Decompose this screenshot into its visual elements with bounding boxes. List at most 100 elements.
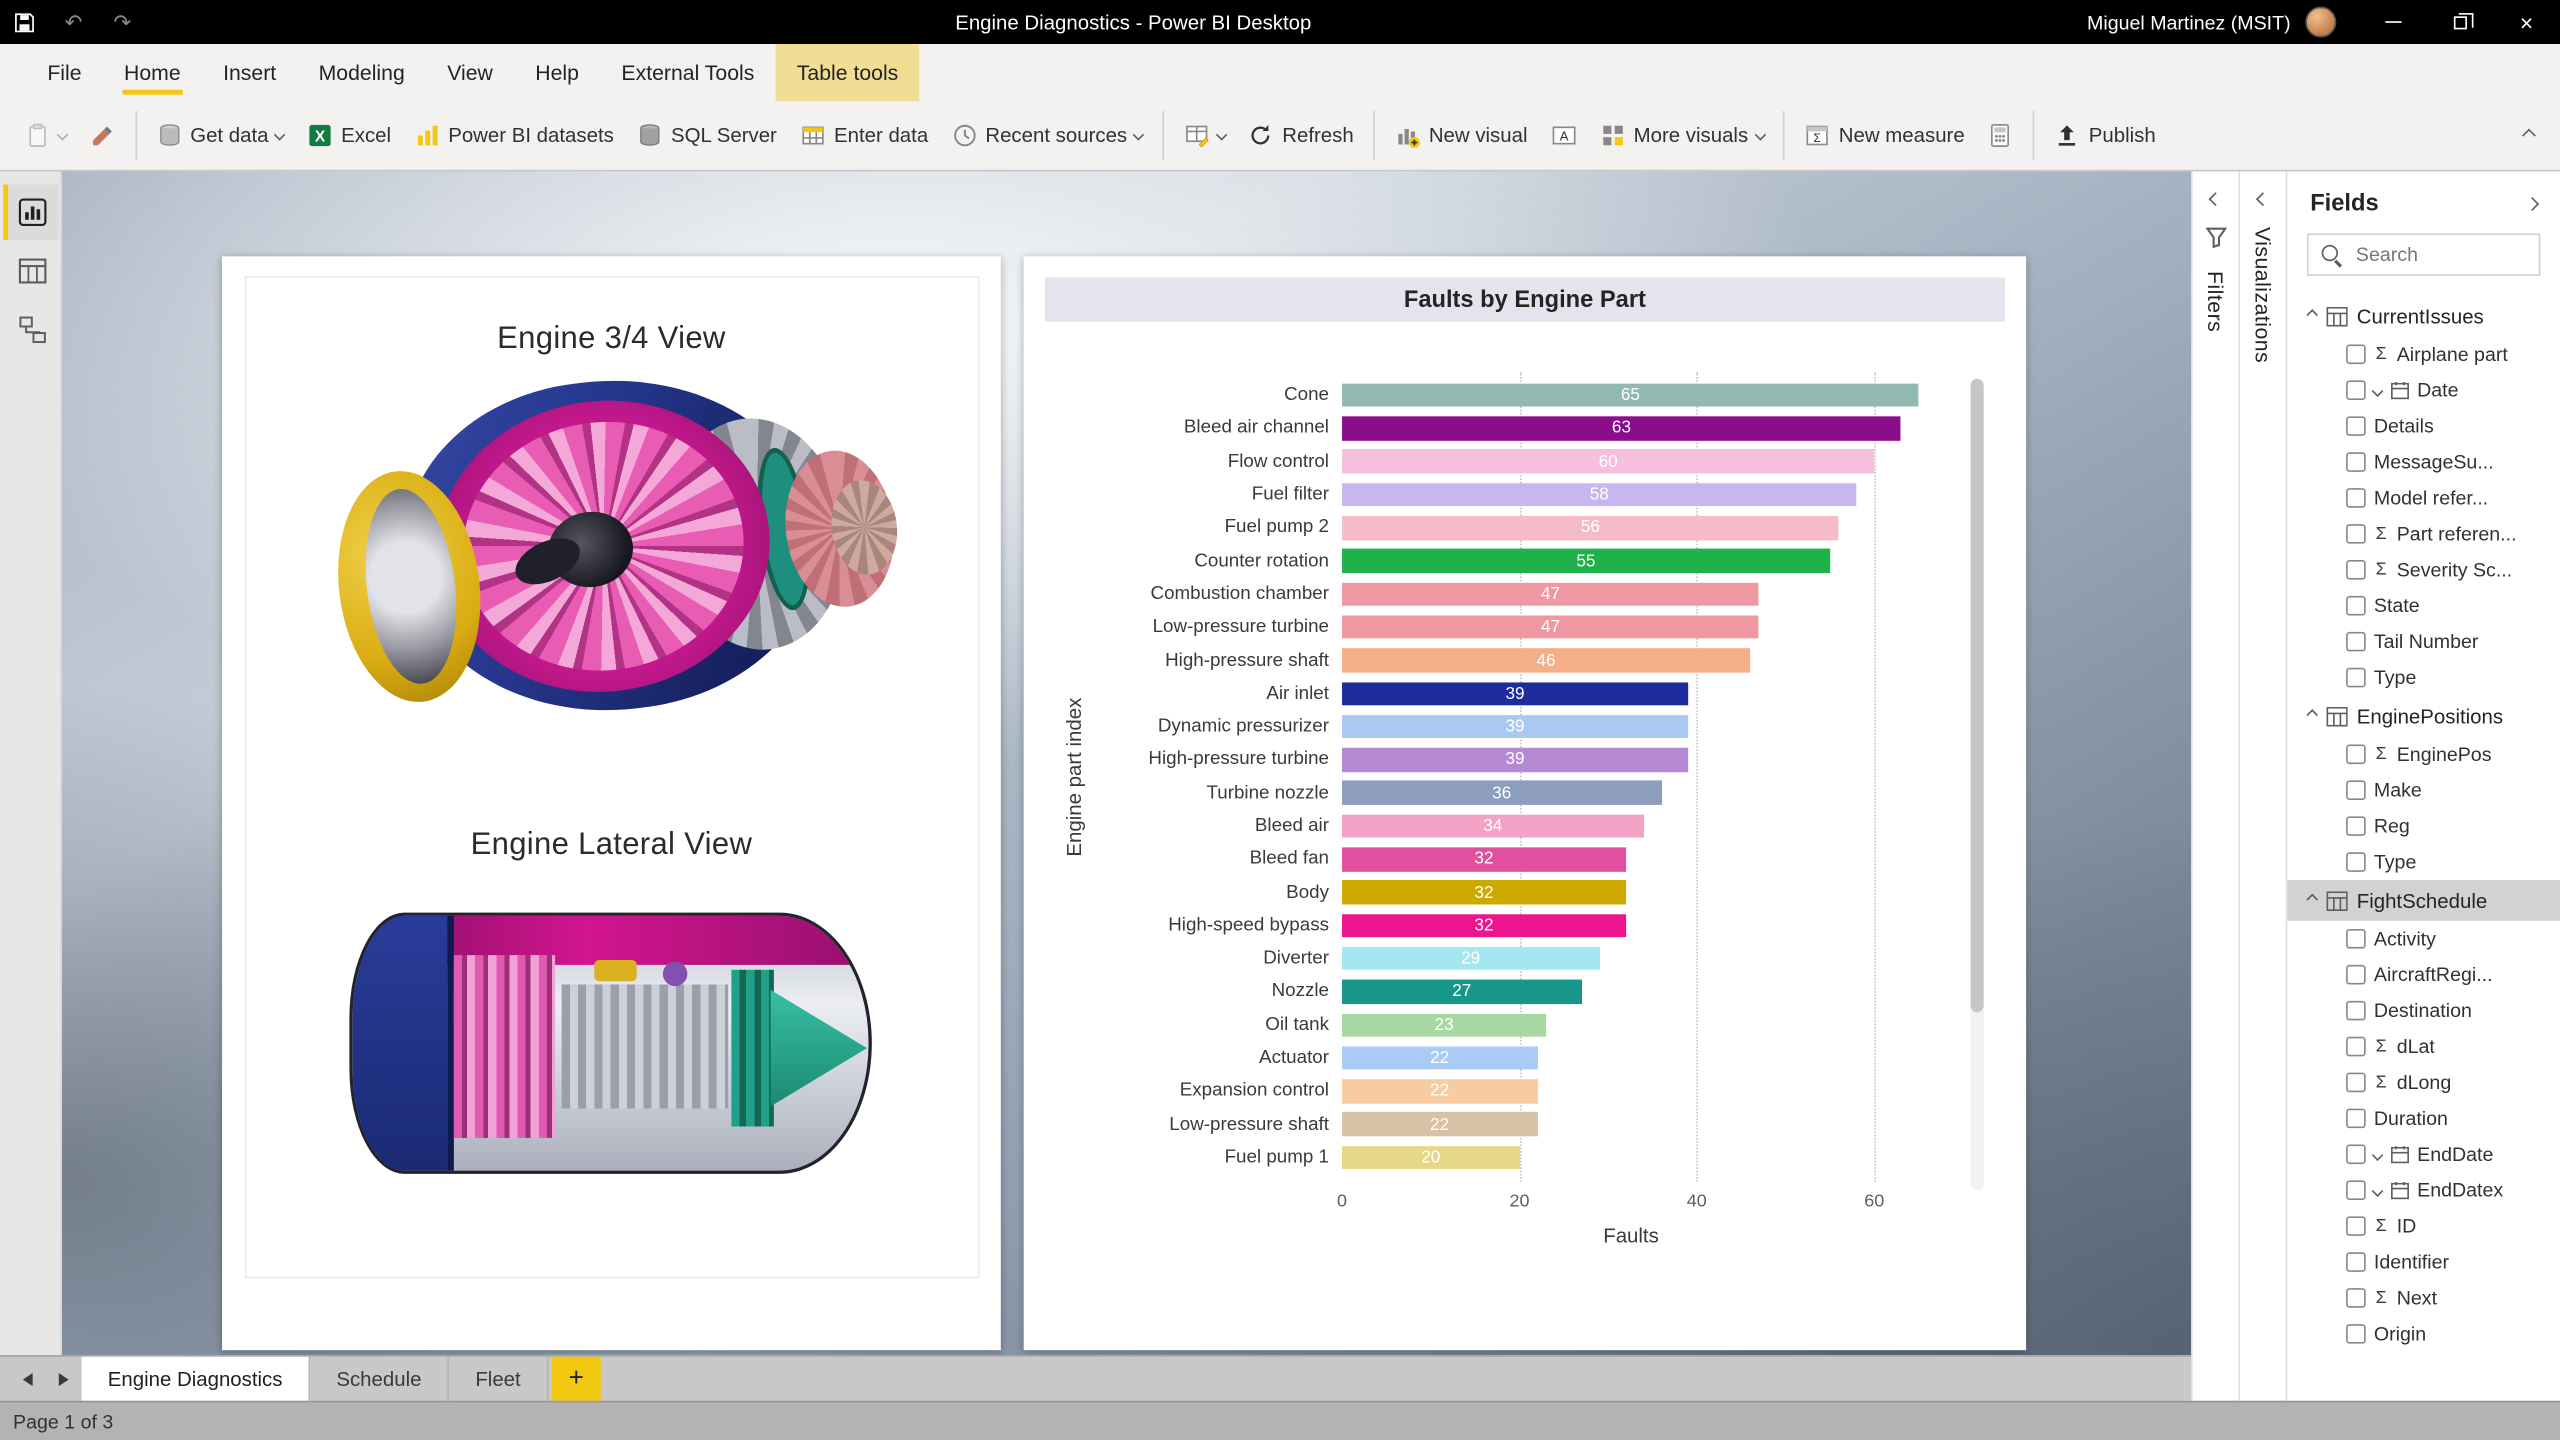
bar-cone[interactable]: 65 xyxy=(1342,383,1919,407)
field-activity[interactable]: Activity xyxy=(2287,921,2560,957)
field-checkbox[interactable] xyxy=(2346,560,2366,580)
field-checkbox[interactable] xyxy=(2346,1288,2366,1308)
field-dlong[interactable]: ΣdLong xyxy=(2287,1064,2560,1100)
field-checkbox[interactable] xyxy=(2346,488,2366,508)
tab-scroll-left-button[interactable] xyxy=(10,1357,46,1401)
field-dlat[interactable]: ΣdLat xyxy=(2287,1029,2560,1065)
chart-scrollbar[interactable] xyxy=(1971,379,1984,1190)
chart-scrollbar-thumb[interactable] xyxy=(1971,379,1984,1012)
tab-scroll-right-button[interactable] xyxy=(46,1357,82,1401)
bar-high-pressure-turbine[interactable]: 39 xyxy=(1342,748,1688,772)
get-data-button[interactable]: Get data xyxy=(144,110,295,161)
bar-fuel-pump-1[interactable]: 20 xyxy=(1342,1146,1519,1170)
transform-data-button[interactable] xyxy=(1172,110,1236,161)
menu-item-home[interactable]: Home xyxy=(103,44,202,101)
user-name[interactable]: Miguel Martinez (MSIT) xyxy=(2087,11,2291,34)
restore-button[interactable] xyxy=(2426,0,2493,44)
bar-body[interactable]: 32 xyxy=(1342,881,1626,905)
engine-views-visual[interactable]: Engine 3/4 View xyxy=(222,256,1001,1350)
save-button[interactable] xyxy=(0,0,49,44)
field-checkbox[interactable] xyxy=(2346,816,2366,836)
menu-item-external-tools[interactable]: External Tools xyxy=(600,44,775,101)
expand-filters-button[interactable] xyxy=(2209,192,2223,206)
user-avatar[interactable] xyxy=(2305,7,2336,38)
field-checkbox[interactable] xyxy=(2346,1180,2366,1200)
collapse-fields-button[interactable] xyxy=(2525,197,2539,211)
field-duration[interactable]: Duration xyxy=(2287,1100,2560,1136)
expand-visualizations-button[interactable] xyxy=(2256,192,2270,206)
field-part-referen[interactable]: ΣPart referen... xyxy=(2287,516,2560,552)
new-visual-button[interactable]: New visual xyxy=(1383,110,1539,161)
field-checkbox[interactable] xyxy=(2346,1144,2366,1164)
bar-counter-rotation[interactable]: 55 xyxy=(1342,549,1830,573)
field-checkbox[interactable] xyxy=(2346,1324,2366,1344)
collapse-chevron-icon[interactable] xyxy=(2307,311,2317,321)
faults-chart-visual[interactable]: Faults by Engine Part Cone65Bleed air ch… xyxy=(1024,256,2026,1350)
field-checkbox[interactable] xyxy=(2346,852,2366,872)
close-button[interactable]: × xyxy=(2493,0,2560,44)
field-checkbox[interactable] xyxy=(2346,344,2366,364)
field-identifier[interactable]: Identifier xyxy=(2287,1244,2560,1280)
bar-air-inlet[interactable]: 39 xyxy=(1342,682,1688,706)
field-state[interactable]: State xyxy=(2287,588,2560,624)
field-checkbox[interactable] xyxy=(2346,1216,2366,1236)
format-painter-button[interactable] xyxy=(78,110,127,161)
publish-button[interactable]: Publish xyxy=(2043,110,2167,161)
bar-bleed-air-channel[interactable]: 63 xyxy=(1342,417,1901,441)
bar-bleed-air[interactable]: 34 xyxy=(1342,814,1644,838)
bar-turbine-nozzle[interactable]: 36 xyxy=(1342,781,1661,805)
field-enddatex[interactable]: EndDatex xyxy=(2287,1172,2560,1208)
sql-server-button[interactable]: SQL Server xyxy=(625,110,788,161)
field-checkbox[interactable] xyxy=(2346,965,2366,985)
paste-button[interactable] xyxy=(13,110,77,161)
field-checkbox[interactable] xyxy=(2346,1037,2366,1057)
bar-fuel-filter[interactable]: 58 xyxy=(1342,483,1856,507)
field-severity-sc[interactable]: ΣSeverity Sc... xyxy=(2287,552,2560,588)
filters-pane-label[interactable]: Filters xyxy=(2203,271,2227,332)
bar-diverter[interactable]: 29 xyxy=(1342,947,1599,971)
quick-measure-button[interactable] xyxy=(1976,110,2025,161)
menu-item-insert[interactable]: Insert xyxy=(202,44,298,101)
field-messagesu[interactable]: MessageSu... xyxy=(2287,444,2560,480)
bar-low-pressure-turbine[interactable]: 47 xyxy=(1342,615,1759,639)
fields-search-input[interactable] xyxy=(2353,242,2526,268)
bar-high-speed-bypass[interactable]: 32 xyxy=(1342,914,1626,938)
fields-table-currentissues[interactable]: CurrentIssues xyxy=(2287,296,2560,337)
redo-button[interactable]: ↷ xyxy=(98,0,147,44)
field-checkbox[interactable] xyxy=(2346,668,2366,688)
power-bi-datasets-button[interactable]: Power BI datasets xyxy=(402,110,625,161)
field-date[interactable]: Date xyxy=(2287,372,2560,408)
menu-item-file[interactable]: File xyxy=(26,44,103,101)
new-measure-button[interactable]: Σ New measure xyxy=(1793,110,1976,161)
refresh-button[interactable]: Refresh xyxy=(1237,110,1366,161)
menu-item-view[interactable]: View xyxy=(426,44,514,101)
field-checkbox[interactable] xyxy=(2346,524,2366,544)
field-checkbox[interactable] xyxy=(2346,1109,2366,1129)
bar-high-pressure-shaft[interactable]: 46 xyxy=(1342,649,1750,673)
bar-actuator[interactable]: 22 xyxy=(1342,1046,1537,1070)
undo-button[interactable]: ↶ xyxy=(49,0,98,44)
enter-data-button[interactable]: Enter data xyxy=(788,110,939,161)
field-aircraftregi[interactable]: AircraftRegi... xyxy=(2287,957,2560,993)
expand-chevron-icon[interactable] xyxy=(2372,1185,2382,1195)
field-checkbox[interactable] xyxy=(2346,1073,2366,1093)
field-next[interactable]: ΣNext xyxy=(2287,1280,2560,1316)
menu-item-modeling[interactable]: Modeling xyxy=(297,44,426,101)
field-id[interactable]: ΣID xyxy=(2287,1208,2560,1244)
field-type[interactable]: Type xyxy=(2287,844,2560,880)
bar-low-pressure-shaft[interactable]: 22 xyxy=(1342,1113,1537,1137)
field-make[interactable]: Make xyxy=(2287,772,2560,808)
field-reg[interactable]: Reg xyxy=(2287,808,2560,844)
field-destination[interactable]: Destination xyxy=(2287,993,2560,1029)
visualizations-pane-label[interactable]: Visualizations xyxy=(2251,227,2275,363)
field-enddate[interactable]: EndDate xyxy=(2287,1136,2560,1172)
field-checkbox[interactable] xyxy=(2346,416,2366,436)
bar-bleed-fan[interactable]: 32 xyxy=(1342,847,1626,871)
page-tab-fleet[interactable]: Fleet xyxy=(449,1357,548,1401)
model-view-button[interactable] xyxy=(2,302,58,358)
fields-table-enginepositions[interactable]: EnginePositions xyxy=(2287,696,2560,737)
field-checkbox[interactable] xyxy=(2346,780,2366,800)
field-airplane-part[interactable]: ΣAirplane part xyxy=(2287,336,2560,372)
more-visuals-button[interactable]: More visuals xyxy=(1588,110,1775,161)
bar-fuel-pump-2[interactable]: 56 xyxy=(1342,516,1839,540)
